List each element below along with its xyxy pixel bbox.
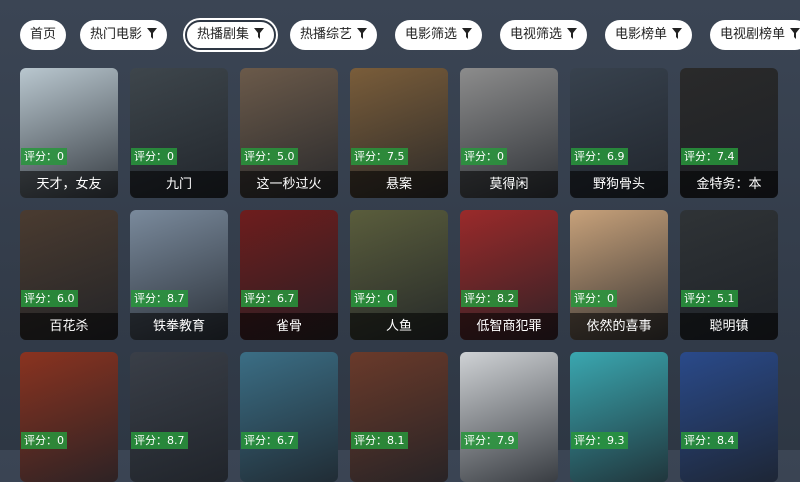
rating-badge: 评分：0 [571, 290, 617, 307]
rating-badge: 评分：0 [351, 290, 397, 307]
tab-label: 电影筛选 [405, 27, 458, 42]
rating-badge: 评分：0 [461, 148, 507, 165]
rating-badge: 评分：6.0 [21, 290, 78, 307]
tab-label: 电影榜单 [615, 27, 668, 42]
tab-label: 热门电影 [90, 27, 143, 42]
tab-label: 热播剧集 [197, 27, 250, 42]
poster-title: 金特务：本 [680, 171, 778, 198]
poster-card[interactable]: 评分：9.3 [570, 352, 668, 482]
poster-card[interactable]: 评分：8.7 [130, 352, 228, 482]
rating-badge: 评分：6.7 [241, 290, 298, 307]
rating-badge: 评分：5.1 [681, 290, 738, 307]
tab-label: 首页 [30, 27, 57, 42]
tab-hot-movies[interactable]: 热门电影 [80, 20, 168, 50]
poster-title: 悬案 [350, 171, 448, 198]
tab-home[interactable]: 首页 [20, 20, 67, 50]
poster-image [130, 352, 228, 482]
poster-title: 天才，女友 [20, 171, 118, 198]
category-tab-bar: 首页 热门电影 热播剧集 热播综艺 电影筛选 电视筛选 电影榜单 电视剧榜单 [0, 0, 800, 68]
poster-card[interactable]: 评分：7.5 悬案 [350, 68, 448, 198]
tab-label: 电视筛选 [510, 27, 563, 42]
poster-title: 九门 [130, 171, 228, 198]
poster-image [240, 352, 338, 482]
poster-card[interactable]: 评分：5.0 这一秒过火 [240, 68, 338, 198]
poster-card[interactable]: 评分：7.9 [460, 352, 558, 482]
poster-card[interactable]: 评分：8.1 [350, 352, 448, 482]
poster-title: 野狗骨头 [570, 171, 668, 198]
poster-card[interactable]: 评分：0 依然的喜事 [570, 210, 668, 340]
poster-title: 百花杀 [20, 313, 118, 340]
poster-title: 人鱼 [350, 313, 448, 340]
poster-title: 聪明镇 [680, 313, 778, 340]
poster-card[interactable]: 评分：0 天才，女友 [20, 68, 118, 198]
poster-title: 这一秒过火 [240, 171, 338, 198]
rating-badge: 评分：6.9 [571, 148, 628, 165]
poster-image [680, 352, 778, 482]
rating-badge: 评分：0 [21, 148, 67, 165]
poster-card[interactable]: 评分：6.9 野狗骨头 [570, 68, 668, 198]
poster-title: 莫得闲 [460, 171, 558, 198]
poster-card[interactable]: 评分：0 莫得闲 [460, 68, 558, 198]
rating-badge: 评分：8.2 [461, 290, 518, 307]
poster-card[interactable]: 评分：8.4 [680, 352, 778, 482]
rating-badge: 评分：7.5 [351, 148, 408, 165]
rating-badge: 评分：9.3 [571, 432, 628, 449]
poster-image [350, 352, 448, 482]
tab-movie-ranking[interactable]: 电影榜单 [605, 20, 693, 50]
poster-card[interactable]: 评分：5.1 聪明镇 [680, 210, 778, 340]
tab-label: 电视剧榜单 [720, 27, 786, 42]
tab-hot-variety[interactable]: 热播综艺 [290, 20, 378, 50]
rating-badge: 评分：0 [21, 432, 67, 449]
poster-card[interactable]: 评分：8.7 铁拳教育 [130, 210, 228, 340]
tab-tv-ranking[interactable]: 电视剧榜单 [710, 20, 800, 50]
poster-card[interactable]: 评分：6.7 [240, 352, 338, 482]
rating-badge: 评分：8.7 [131, 432, 188, 449]
rating-badge: 评分：5.0 [241, 148, 298, 165]
poster-card[interactable]: 评分：0 九门 [130, 68, 228, 198]
tab-hot-series[interactable]: 热播剧集 [185, 20, 277, 50]
rating-badge: 评分：0 [131, 148, 177, 165]
poster-title: 依然的喜事 [570, 313, 668, 340]
filter-icon [672, 28, 683, 39]
poster-card[interactable]: 评分：0 [20, 352, 118, 482]
filter-icon [357, 28, 368, 39]
tab-tv-filter[interactable]: 电视筛选 [500, 20, 588, 50]
filter-icon [790, 28, 800, 39]
tab-label: 热播综艺 [300, 27, 353, 42]
poster-card[interactable]: 评分：6.0 百花杀 [20, 210, 118, 340]
poster-card[interactable]: 评分：0 人鱼 [350, 210, 448, 340]
poster-image [20, 352, 118, 482]
poster-title: 雀骨 [240, 313, 338, 340]
poster-card[interactable]: 评分：8.2 低智商犯罪 [460, 210, 558, 340]
rating-badge: 评分：7.4 [681, 148, 738, 165]
filter-icon [462, 28, 473, 39]
filter-icon [254, 28, 265, 39]
filter-icon [567, 28, 578, 39]
poster-title: 低智商犯罪 [460, 313, 558, 340]
poster-card[interactable]: 评分：6.7 雀骨 [240, 210, 338, 340]
poster-card[interactable]: 评分：7.4 金特务：本 [680, 68, 778, 198]
rating-badge: 评分：8.7 [131, 290, 188, 307]
poster-image [570, 352, 668, 482]
poster-title: 铁拳教育 [130, 313, 228, 340]
filter-icon [147, 28, 158, 39]
tab-movie-filter[interactable]: 电影筛选 [395, 20, 483, 50]
rating-badge: 评分：7.9 [461, 432, 518, 449]
poster-image [460, 352, 558, 482]
rating-badge: 评分：8.1 [351, 432, 408, 449]
rating-badge: 评分：6.7 [241, 432, 298, 449]
rating-badge: 评分：8.4 [681, 432, 738, 449]
